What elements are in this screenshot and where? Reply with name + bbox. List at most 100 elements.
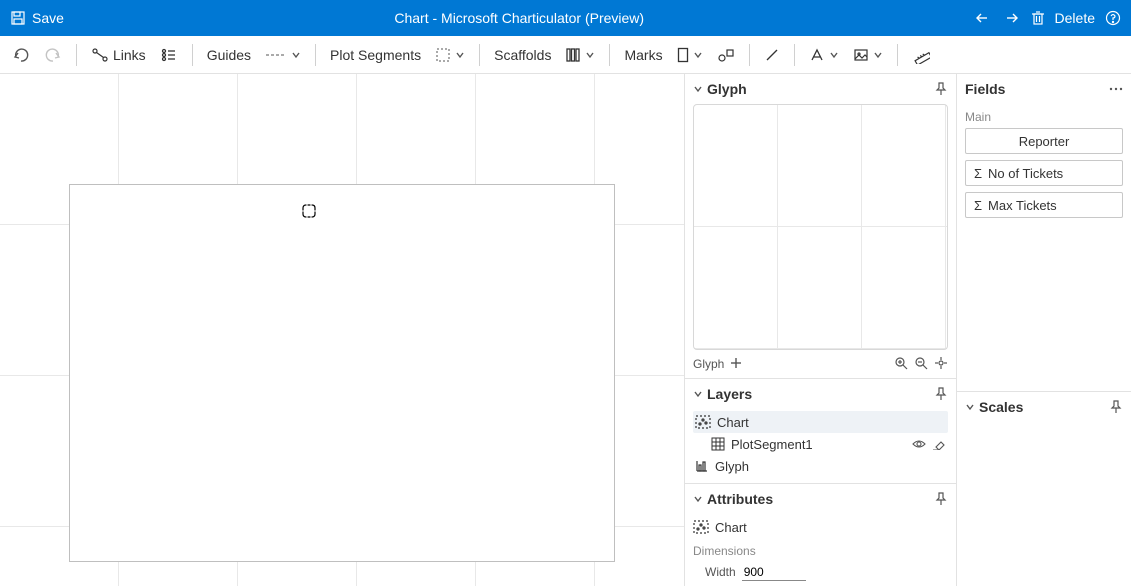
divider <box>794 44 795 66</box>
chevron-down-icon <box>829 50 839 60</box>
redo-width-icon[interactable] <box>1003 11 1021 25</box>
field-reporter[interactable]: Reporter <box>965 128 1123 154</box>
field-max-tickets[interactable]: Σ Max Tickets <box>965 192 1123 218</box>
fields-title: Fields <box>965 81 1005 97</box>
scaffolds-button[interactable]: Scaffolds <box>490 45 555 65</box>
divider <box>76 44 77 66</box>
zoom-in-icon[interactable] <box>894 356 908 373</box>
glyph-footer-label: Glyph <box>693 357 724 371</box>
layer-plotsegment1[interactable]: PlotSegment1 <box>693 433 948 455</box>
window-title: Chart - Microsoft Charticulator (Preview… <box>74 10 965 26</box>
links-label: Links <box>113 47 146 63</box>
scales-panel-header[interactable]: Scales <box>957 392 1131 422</box>
glyph-canvas[interactable] <box>693 104 948 350</box>
layers-body: Chart PlotSegment1 Glyph <box>685 409 956 483</box>
divider <box>479 44 480 66</box>
chart-canvas[interactable] <box>0 74 684 586</box>
legend-button[interactable] <box>156 45 182 65</box>
toolbar: Links Guides Plot Segments Scaffolds Mar… <box>0 36 1131 74</box>
guides-line-button[interactable] <box>261 47 305 63</box>
attributes-subject: Chart <box>693 516 948 538</box>
redo-button[interactable] <box>40 45 66 65</box>
dimensions-label: Dimensions <box>693 544 948 558</box>
attributes-body: Chart Dimensions Width <box>685 514 956 586</box>
fields-body: Main Reporter Σ No of Tickets Σ Max Tick… <box>957 104 1131 226</box>
guides-button[interactable]: Guides <box>203 45 255 65</box>
chevron-down-icon <box>693 50 703 60</box>
save-icon <box>10 10 26 26</box>
main-area: Glyph Glyph Layers Chart <box>0 74 1131 586</box>
pin-icon[interactable] <box>934 387 948 401</box>
erase-icon[interactable] <box>932 438 946 450</box>
chevron-down-icon <box>693 84 703 94</box>
chart-rect[interactable] <box>69 184 615 562</box>
divider <box>897 44 898 66</box>
layer-plotsegment1-label: PlotSegment1 <box>731 437 813 452</box>
pin-icon[interactable] <box>1109 400 1123 414</box>
layer-glyph[interactable]: Glyph <box>693 455 948 477</box>
glyph-panel-header[interactable]: Glyph <box>685 74 956 104</box>
undo-width-icon[interactable] <box>975 11 993 25</box>
chevron-down-icon <box>965 402 975 412</box>
divider <box>609 44 610 66</box>
zoom-out-icon[interactable] <box>914 356 928 373</box>
plot-segments-label: Plot Segments <box>330 47 421 63</box>
titlebar: Save Chart - Microsoft Charticulator (Pr… <box>0 0 1131 36</box>
marks-button[interactable]: Marks <box>620 45 666 65</box>
chevron-down-icon <box>873 50 883 60</box>
divider <box>315 44 316 66</box>
delete-button[interactable]: Delete <box>1055 10 1095 26</box>
text-tool-button[interactable] <box>805 45 843 65</box>
width-field: Width <box>705 560 948 584</box>
layer-chart-label: Chart <box>717 415 749 430</box>
pin-icon[interactable] <box>934 492 948 506</box>
plot-segments-button[interactable]: Plot Segments <box>326 45 425 65</box>
trash-icon[interactable] <box>1031 10 1045 26</box>
width-label: Width <box>705 565 736 579</box>
eye-icon[interactable] <box>912 438 926 450</box>
add-glyph-button[interactable] <box>730 357 742 372</box>
links-button[interactable]: Links <box>87 45 150 65</box>
chevron-down-icon <box>291 50 301 60</box>
help-icon[interactable] <box>1105 10 1121 26</box>
layer-glyph-label: Glyph <box>715 459 749 474</box>
sigma-icon: Σ <box>974 166 982 181</box>
attributes-title: Attributes <box>707 491 773 507</box>
zoom-fit-icon[interactable] <box>934 356 948 373</box>
field-no-tickets[interactable]: Σ No of Tickets <box>965 160 1123 186</box>
layers-panel-header[interactable]: Layers <box>685 379 956 409</box>
save-button[interactable]: Save <box>10 10 64 26</box>
chevron-down-icon <box>585 50 595 60</box>
field-max-tickets-label: Max Tickets <box>988 198 1057 213</box>
glyph-title: Glyph <box>707 81 747 97</box>
undo-button[interactable] <box>8 45 34 65</box>
marks-label: Marks <box>624 47 662 63</box>
field-no-tickets-label: No of Tickets <box>988 166 1063 181</box>
chevron-down-icon <box>455 50 465 60</box>
width-input[interactable] <box>742 564 806 581</box>
scaffolds-label: Scaffolds <box>494 47 551 63</box>
glyph-footer: Glyph <box>685 350 956 378</box>
fields-panel-header[interactable]: Fields <box>957 74 1131 104</box>
more-icon[interactable] <box>1109 86 1123 92</box>
field-reporter-label: Reporter <box>1019 134 1070 149</box>
mark-symbol-button[interactable] <box>713 45 739 65</box>
layers-title: Layers <box>707 386 752 402</box>
scaffold-columns-button[interactable] <box>561 45 599 65</box>
divider <box>749 44 750 66</box>
attributes-panel-header[interactable]: Attributes <box>685 484 956 514</box>
line-tool-button[interactable] <box>760 45 784 65</box>
panel-column-right: Fields Main Reporter Σ No of Tickets Σ M… <box>956 74 1131 586</box>
ruler-tool-button[interactable] <box>908 44 934 66</box>
sigma-icon: Σ <box>974 198 982 213</box>
panel-column-mid: Glyph Glyph Layers Chart <box>684 74 956 586</box>
mark-rect-button[interactable] <box>673 45 707 65</box>
plot-region-button[interactable] <box>431 45 469 65</box>
pin-icon[interactable] <box>934 82 948 96</box>
scales-title: Scales <box>979 399 1023 415</box>
guides-label: Guides <box>207 47 251 63</box>
image-tool-button[interactable] <box>849 45 887 65</box>
layer-chart[interactable]: Chart <box>693 411 948 433</box>
chevron-down-icon <box>693 389 703 399</box>
fields-main-label: Main <box>965 110 1123 124</box>
